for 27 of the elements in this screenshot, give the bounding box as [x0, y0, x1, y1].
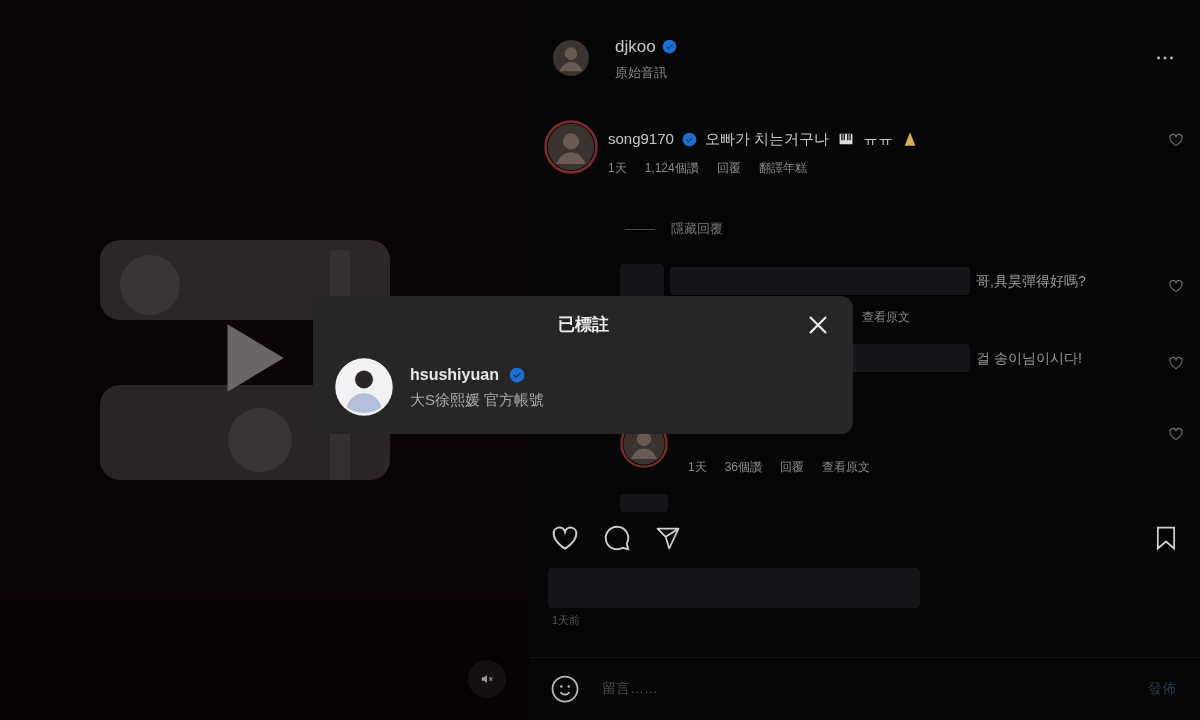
comment-text: 哥,具昊彈得好嗎? — [976, 271, 1086, 291]
comment-action[interactable]: 翻譯年糕 — [758, 158, 807, 177]
comment-action[interactable]: 查看原文 — [862, 308, 910, 326]
comment-input[interactable]: 留言…… — [602, 678, 1148, 699]
comment-action[interactable]: 36個讚 — [724, 458, 763, 476]
comment-action[interactable]: 回覆 — [780, 458, 805, 476]
avatar-icon[interactable] — [334, 357, 394, 417]
speaker-muted-icon — [480, 672, 494, 686]
comment-text: 걸 송이님이시다! — [976, 348, 1082, 368]
comment-time: 1天 — [688, 459, 707, 476]
comment-time: 1天 — [608, 159, 627, 177]
audio-label[interactable]: 原始音訊 — [615, 62, 677, 82]
username[interactable]: song9170 — [608, 128, 674, 151]
comment-action[interactable]: 查看原文 — [822, 458, 871, 476]
hide-replies-link[interactable]: 隱藏回覆 — [671, 219, 723, 239]
comment-text: ㅠㅠ — [863, 129, 894, 149]
comment-icon[interactable] — [602, 523, 632, 553]
post-date: 1天前 — [551, 613, 582, 628]
username[interactable]: hsushiyuan — [410, 362, 499, 387]
blurred-region — [620, 264, 664, 298]
username[interactable]: djkoo — [615, 34, 656, 60]
account-description: 大S徐熙媛 官方帳號 — [410, 389, 545, 410]
dialog-title: 已標註 — [557, 314, 609, 337]
comment-action[interactable]: 1,124個讚 — [644, 158, 699, 177]
emoji-icon[interactable] — [550, 673, 580, 704]
comment-text: 오빠가 치는거구나 — [704, 129, 830, 149]
comment-action[interactable]: 回覆 — [716, 158, 741, 177]
